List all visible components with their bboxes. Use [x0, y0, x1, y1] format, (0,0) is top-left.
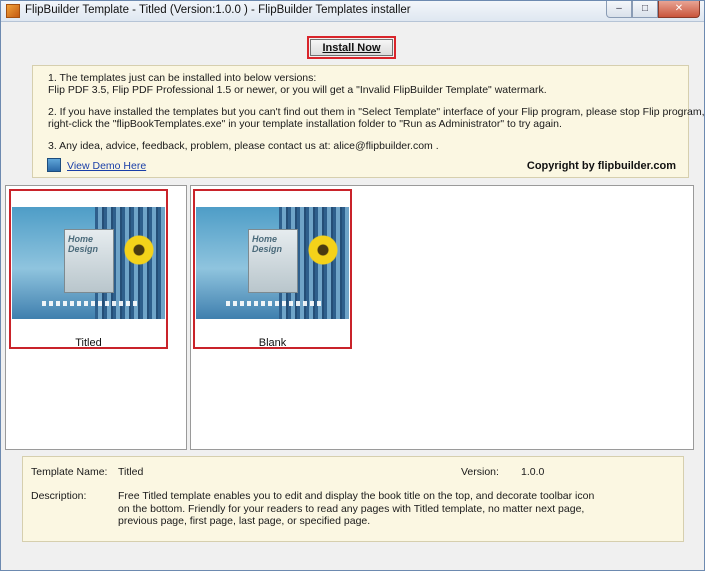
maximize-button[interactable]: □: [632, 1, 658, 18]
description-label: Description:: [31, 490, 87, 502]
minimize-icon: –: [616, 3, 622, 14]
install-button-highlight: Install Now: [307, 36, 396, 59]
window-title: FlipBuilder Template - Titled (Version:1…: [25, 4, 411, 16]
version-value: 1.0.0: [521, 466, 545, 478]
template-card-blank[interactable]: Home Design Blank: [193, 189, 352, 349]
window-controls: – □ ✕: [606, 1, 700, 19]
book-graphic: Home Design: [248, 229, 298, 293]
info-line-2: Flip PDF 3.5, Flip PDF Professional 1.5 …: [48, 84, 547, 96]
installer-window: FlipBuilder Template - Titled (Version:1…: [0, 0, 705, 571]
description-value: Free Titled template enables you to edit…: [118, 490, 595, 527]
template-details-panel: Template Name: Titled Version: 1.0.0 Des…: [22, 456, 684, 542]
template-preview-pane: Home Design Blank: [190, 185, 694, 450]
app-icon: [6, 4, 20, 18]
install-now-button[interactable]: Install Now: [310, 39, 393, 56]
book-title: Home Design: [252, 234, 283, 254]
flower-graphic: [308, 235, 338, 265]
template-thumbnail: Home Design: [12, 207, 165, 319]
book-title: Home Design: [68, 234, 99, 254]
flower-graphic: [124, 235, 154, 265]
version-label: Version:: [461, 466, 499, 478]
info-panel: 1. The templates just can be installed i…: [32, 65, 705, 178]
info-line-5: 3. Any idea, advice, feedback, problem, …: [48, 140, 439, 152]
view-demo-link[interactable]: View Demo Here: [67, 160, 146, 172]
close-button[interactable]: ✕: [658, 1, 700, 18]
template-thumbnail: Home Design: [196, 207, 349, 319]
template-list-pane: Home Design Titled: [5, 185, 187, 450]
template-label-titled: Titled: [75, 337, 102, 349]
template-name-label: Template Name:: [31, 466, 108, 478]
info-line-3: 2. If you have installed the templates b…: [48, 106, 705, 118]
template-name-value: Titled: [118, 466, 144, 478]
title-bar: FlipBuilder Template - Titled (Version:1…: [1, 1, 704, 22]
close-icon: ✕: [674, 3, 684, 14]
info-line-4: right-click the "flipBookTemplates.exe" …: [48, 118, 562, 130]
maximize-icon: □: [641, 3, 649, 14]
minimize-button[interactable]: –: [606, 1, 632, 18]
thumbnail-toolbar: [226, 301, 322, 306]
template-label-blank: Blank: [258, 337, 287, 349]
demo-icon: [47, 158, 61, 172]
book-graphic: Home Design: [64, 229, 114, 293]
copyright-text: Copyright by flipbuilder.com: [526, 160, 676, 172]
thumbnail-toolbar: [42, 301, 138, 306]
template-card-titled[interactable]: Home Design Titled: [9, 189, 168, 349]
info-line-1: 1. The templates just can be installed i…: [48, 72, 317, 84]
